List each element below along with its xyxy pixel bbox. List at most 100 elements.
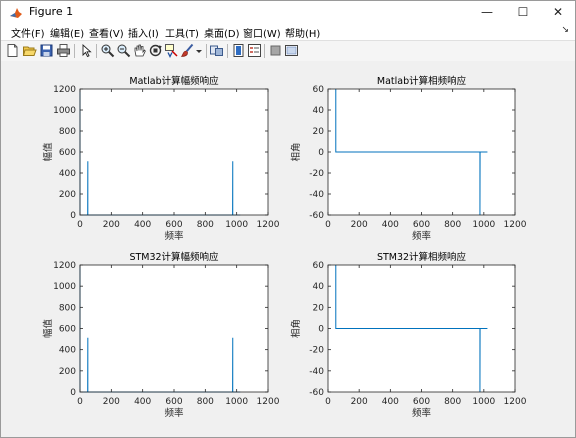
new-figure-icon[interactable]: [5, 43, 20, 58]
x-tick-label: 200: [351, 220, 368, 230]
y-tick-label: 600: [59, 325, 76, 335]
x-tick-label: 800: [444, 397, 461, 407]
x-tick-label: 800: [444, 220, 461, 230]
menu-help[interactable]: 帮助(H): [285, 25, 320, 40]
menu-desktop[interactable]: 桌面(D): [204, 25, 240, 40]
toolbar-separator: [96, 44, 97, 58]
pan-icon[interactable]: [132, 43, 147, 58]
dock-arrow-icon[interactable]: ↘: [561, 25, 569, 35]
x-axis-label: 频率: [412, 407, 432, 419]
x-tick-label: 200: [103, 220, 120, 230]
y-tick-label: 40: [313, 106, 325, 116]
menu-file[interactable]: 文件(F): [11, 25, 45, 40]
y-axis-label: 相角: [290, 319, 302, 338]
y-tick-label: 20: [313, 127, 325, 137]
chart-title: STM32计算相频响应: [377, 251, 467, 263]
toolbar-separator: [206, 44, 207, 58]
x-tick-label: 400: [134, 220, 151, 230]
menu-edit[interactable]: 编辑(E): [50, 25, 84, 40]
y-tick-label: 0: [70, 388, 76, 398]
pointer-icon[interactable]: [79, 43, 94, 58]
brush-dropdown-icon[interactable]: [195, 43, 203, 58]
chart-title: STM32计算幅频响应: [129, 251, 219, 263]
open-file-icon[interactable]: [22, 43, 37, 58]
y-tick-label: 800: [59, 303, 76, 313]
figure-toolbar: [1, 40, 575, 62]
y-tick-label: -20: [309, 346, 324, 356]
menu-window[interactable]: 窗口(W): [243, 25, 281, 40]
menu-tools[interactable]: 工具(T): [165, 25, 199, 40]
y-tick-label: 400: [59, 169, 76, 179]
figure-canvas[interactable]: 0 200 400 600 800 1000 1200 0 200 400 600 800 1000 12…: [1, 61, 575, 437]
matlab-logo-icon: [9, 5, 23, 19]
axes-2[interactable]: 0 200 400 600 800 1000 1200 -60 -40 -20 0 20 40 60 Mat…: [290, 75, 527, 242]
figure-window: Figure 1 — ☐ ✕ 文件(F) 编辑(E) 查看(V) 插入(I) 工…: [0, 0, 576, 438]
x-tick-label: 0: [325, 397, 331, 407]
y-tick-label: 60: [313, 261, 325, 271]
x-tick-label: 1000: [225, 397, 248, 407]
y-tick-label: 200: [59, 190, 76, 200]
x-tick-label: 1200: [504, 220, 527, 230]
y-tick-label: 0: [318, 325, 324, 335]
x-tick-label: 600: [165, 220, 182, 230]
axes-3[interactable]: 0 200 400 600 800 1000 1200 0 200 400 600 800 1000 12…: [42, 251, 280, 419]
y-axis-label: 幅值: [42, 142, 54, 162]
axes-1[interactable]: 0 200 400 600 800 1000 1200 0 200 400 600 800 1000 12…: [42, 75, 280, 242]
colorbar-icon[interactable]: [231, 43, 246, 58]
x-tick-label: 1000: [225, 220, 248, 230]
y-tick-label: 600: [59, 148, 76, 158]
zoom-out-icon[interactable]: [116, 43, 131, 58]
x-axis-label: 频率: [164, 230, 184, 242]
plot-browser-icon[interactable]: [284, 43, 299, 58]
x-tick-label: 0: [77, 397, 83, 407]
property-editor-icon[interactable]: [268, 43, 283, 58]
zoom-in-icon[interactable]: [100, 43, 115, 58]
x-tick-label: 400: [134, 397, 151, 407]
maximize-button[interactable]: ☐: [508, 1, 538, 23]
y-tick-label: 1000: [53, 106, 76, 116]
x-tick-label: 200: [103, 397, 120, 407]
toolbar-separator: [264, 44, 265, 58]
x-tick-label: 800: [197, 397, 214, 407]
save-icon[interactable]: [39, 43, 54, 58]
menu-insert[interactable]: 插入(I): [128, 25, 159, 40]
x-tick-label: 0: [77, 220, 83, 230]
x-tick-label: 400: [382, 220, 399, 230]
x-tick-label: 600: [413, 220, 430, 230]
x-tick-label: 200: [351, 397, 368, 407]
x-tick-label: 600: [413, 397, 430, 407]
x-tick-label: 1200: [257, 220, 280, 230]
x-tick-label: 1000: [472, 220, 495, 230]
y-tick-label: 400: [59, 346, 76, 356]
menu-bar: 文件(F) 编辑(E) 查看(V) 插入(I) 工具(T) 桌面(D) 窗口(W…: [1, 23, 575, 40]
x-tick-label: 0: [325, 220, 331, 230]
y-tick-label: 40: [313, 282, 325, 292]
y-tick-label: -40: [309, 367, 324, 377]
minimize-button[interactable]: —: [472, 1, 502, 23]
x-axis-label: 频率: [412, 230, 432, 242]
legend-icon[interactable]: [247, 43, 262, 58]
y-tick-label: -20: [309, 169, 324, 179]
x-tick-label: 1200: [504, 397, 527, 407]
link-icon[interactable]: [209, 43, 224, 58]
x-tick-label: 1000: [472, 397, 495, 407]
y-tick-label: 20: [313, 303, 325, 313]
y-tick-label: 1000: [53, 282, 76, 292]
y-axis-label: 幅值: [42, 319, 54, 339]
print-icon[interactable]: [56, 43, 71, 58]
brush-icon[interactable]: [180, 43, 195, 58]
x-axis-label: 频率: [164, 407, 184, 419]
title-bar: Figure 1 — ☐ ✕: [1, 1, 575, 23]
rotate-3d-icon[interactable]: [148, 43, 163, 58]
window-title: Figure 1: [29, 5, 74, 18]
x-tick-label: 800: [197, 220, 214, 230]
data-cursor-icon[interactable]: [164, 43, 179, 58]
axes-4[interactable]: 0 200 400 600 800 1000 1200 -60 -40 -20 0 20 40 60 STM…: [290, 251, 527, 419]
y-tick-label: -60: [309, 388, 324, 398]
axes-background: [80, 89, 268, 215]
axes-background: [80, 265, 268, 392]
menu-view[interactable]: 查看(V): [89, 25, 124, 40]
chart-title: Matlab计算幅频响应: [129, 75, 219, 87]
chart-title: Matlab计算相频响应: [377, 75, 467, 87]
close-button[interactable]: ✕: [543, 1, 573, 23]
